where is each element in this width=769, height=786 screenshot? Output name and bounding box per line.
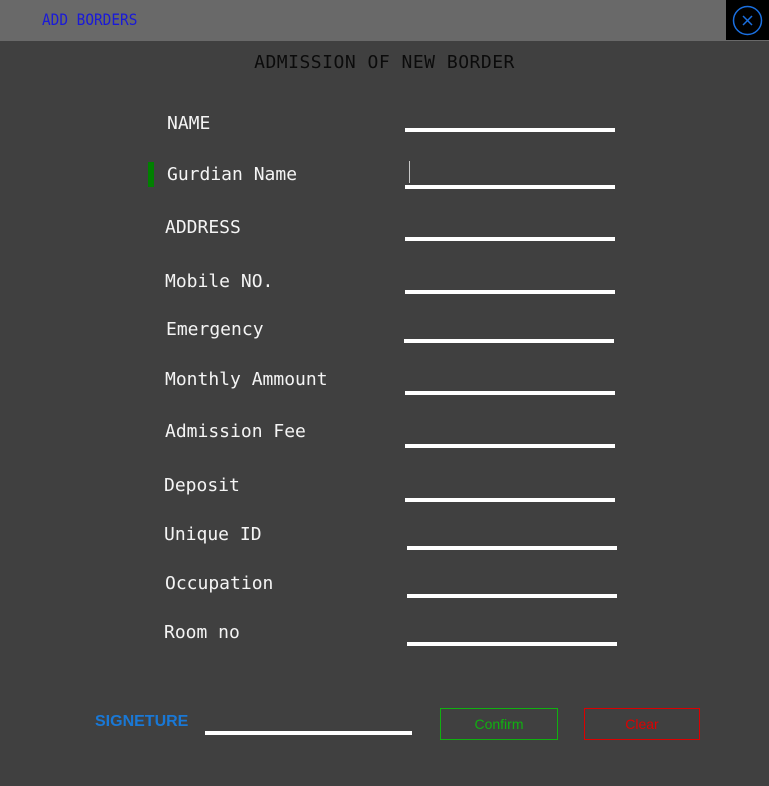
room-no-input[interactable] (407, 642, 617, 646)
field-label-admission-fee: Admission Fee (165, 421, 306, 442)
form-title: ADMISSION OF NEW BORDER (254, 52, 515, 73)
field-label-name: NAME (167, 113, 211, 134)
admission-fee-input[interactable] (405, 444, 615, 448)
field-label-address: ADDRESS (165, 217, 241, 238)
field-label-room-no: Room no (164, 622, 240, 643)
occupation-input[interactable] (407, 594, 617, 598)
clear-button[interactable]: Clear (584, 708, 700, 740)
field-label-guardian-name: Gurdian Name (167, 164, 298, 185)
focus-indicator (148, 162, 154, 187)
field-label-occupation: Occupation (165, 573, 274, 594)
window-title: ADD BORDERS (42, 10, 138, 29)
monthly-amount-input[interactable] (405, 391, 615, 395)
confirm-button[interactable]: Confirm (440, 708, 558, 740)
name-input[interactable] (405, 128, 615, 132)
close-button[interactable] (726, 0, 769, 40)
field-label-deposit: Deposit (164, 475, 240, 496)
field-label-mobile: Mobile NO. (165, 271, 274, 292)
deposit-input[interactable] (405, 498, 615, 502)
field-label-unique-id: Unique ID (164, 524, 262, 545)
unique-id-input[interactable] (407, 546, 617, 550)
mobile-input[interactable] (405, 290, 615, 294)
close-circle-icon (732, 5, 763, 36)
address-input[interactable] (405, 237, 615, 241)
field-label-emergency: Emergency (166, 319, 264, 340)
emergency-input[interactable] (404, 339, 614, 343)
text-caret (409, 161, 410, 183)
field-label-monthly-amount: Monthly Ammount (165, 369, 328, 390)
signature-label: SIGNETURE (95, 713, 189, 730)
title-bar: ADD BORDERS (0, 0, 769, 41)
guardian-name-input[interactable] (405, 185, 615, 189)
signature-input[interactable] (205, 731, 412, 735)
